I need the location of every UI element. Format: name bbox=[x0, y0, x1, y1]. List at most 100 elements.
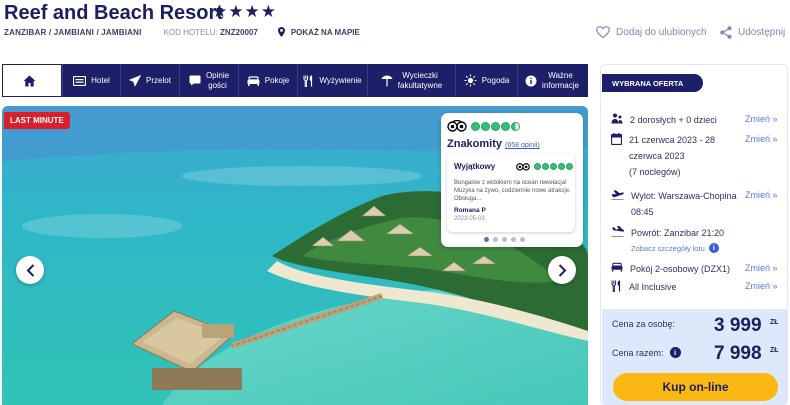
hotel-title: Reef and Beach Resort bbox=[4, 2, 223, 24]
hotel-code: KOD HOTELU: ZNZ20007 bbox=[164, 28, 258, 37]
last-minute-badge: LAST MINUTE bbox=[4, 112, 70, 129]
flight-details-link[interactable]: Zobacz szczegóły lotu i bbox=[631, 243, 719, 253]
gallery-next-button[interactable] bbox=[548, 256, 576, 284]
return-row: Powrót: Zanzibar 21:20 bbox=[611, 225, 724, 241]
dates-line1: 21 czerwca 2023 - 28 bbox=[629, 135, 716, 145]
cutlery-icon bbox=[303, 75, 313, 87]
add-to-favorites-button[interactable]: Dodaj do ulubionych bbox=[596, 26, 707, 38]
buy-online-button[interactable]: Kup on-line bbox=[613, 373, 778, 401]
dates-line3: (7 noclegów) bbox=[629, 167, 681, 177]
rating-label: Znakomity (658 opinii) bbox=[447, 138, 540, 150]
room-text: Pokój 2-osobowy (DZX1) bbox=[630, 264, 731, 274]
bed-icon bbox=[247, 75, 260, 86]
info-icon[interactable]: i bbox=[669, 347, 681, 358]
pager-dot[interactable] bbox=[493, 237, 498, 242]
dates-text: 21 czerwca 2023 - 28 czerwca 2023 (7 nocle… bbox=[629, 132, 715, 180]
nav-home[interactable] bbox=[2, 64, 62, 97]
room-row: Pokój 2-osobowy (DZX1) bbox=[611, 261, 730, 277]
section-nav: Hotel Przelot Opinie gości Pokoje Wyżywie… bbox=[2, 64, 588, 97]
price-total-label: Cena razem: bbox=[612, 347, 664, 358]
hotel-code-label: KOD HOTELU: bbox=[163, 27, 218, 37]
landing-icon bbox=[611, 226, 624, 237]
nav-board-label: Wyżywienie bbox=[319, 75, 362, 85]
gallery-prev-button[interactable] bbox=[16, 256, 44, 284]
travellers-text: 2 dorosłych + 0 dzieci bbox=[630, 115, 717, 125]
nav-reviews[interactable]: Opinie gości bbox=[179, 64, 238, 97]
rating-bubble bbox=[501, 121, 510, 131]
nav-weather[interactable]: Pogoda bbox=[455, 64, 517, 97]
reviews-count-link[interactable]: (658 opinii) bbox=[505, 142, 540, 149]
board-text: All Inclusive bbox=[629, 282, 677, 292]
change-dates-link[interactable]: Zmień » bbox=[745, 134, 778, 144]
nav-info-label: Ważne informacje bbox=[542, 71, 579, 89]
price-total-label-row: Cena razem: i bbox=[612, 347, 681, 358]
flight-details-label: Zobacz szczegóły lotu bbox=[631, 243, 705, 253]
nav-flight-label: Przelot bbox=[146, 75, 171, 85]
calendar-icon bbox=[611, 133, 622, 145]
pager-dot-active[interactable] bbox=[484, 237, 489, 242]
offer-panel: WYBRANA OFERTA 2 dorosłych + 0 dzieci Zm… bbox=[600, 64, 788, 405]
pager-dot[interactable] bbox=[511, 237, 516, 242]
tripadvisor-owl-icon bbox=[516, 163, 530, 171]
nav-weather-label: Pogoda bbox=[481, 75, 510, 85]
rating-bubble bbox=[550, 163, 557, 170]
review-bubbles bbox=[534, 163, 574, 170]
nav-excursions-line1: Wycieczki bbox=[402, 71, 438, 81]
chevron-left-icon bbox=[26, 263, 34, 277]
nav-excursions[interactable]: Wycieczki fakultatywne bbox=[367, 64, 455, 97]
offer-tag: WYBRANA OFERTA bbox=[602, 74, 703, 92]
hotel-code-value: ZNZ20007 bbox=[220, 27, 258, 37]
departure-text: Wylot: Warszawa-Chopina 08:45 bbox=[631, 188, 737, 220]
nav-hotel[interactable]: Hotel bbox=[62, 64, 120, 97]
rating-bubble bbox=[491, 121, 500, 131]
review-title: Wyjątkowy bbox=[454, 162, 496, 171]
review-item: Wyjątkowy Bungalow z widokiem na ocean r… bbox=[447, 154, 575, 232]
sun-icon bbox=[464, 74, 477, 87]
return-text: Powrót: Zanzibar 21:20 bbox=[631, 228, 725, 238]
nav-info[interactable]: Ważne informacje bbox=[517, 64, 586, 97]
hotel-location: ZANZIBAR / JAMBIANI / JAMBIANI bbox=[4, 27, 142, 37]
change-room-link[interactable]: Zmień » bbox=[745, 263, 778, 273]
price-per-person-currency: ZŁ bbox=[770, 319, 779, 326]
pager-dot[interactable] bbox=[520, 237, 525, 242]
review-date: 2023-05-03 bbox=[454, 216, 485, 222]
nav-excursions-label: Wycieczki fakultatywne bbox=[398, 71, 442, 89]
heart-icon bbox=[596, 26, 610, 38]
change-board-link[interactable]: Zmień » bbox=[745, 281, 778, 291]
review-author: Romana P bbox=[454, 207, 486, 214]
nav-rooms-label: Pokoje bbox=[264, 75, 290, 85]
price-box: Cena za osobę: 3 999 ZŁ Cena razem: i 7 … bbox=[602, 309, 787, 405]
people-icon bbox=[611, 113, 623, 124]
show-on-map-link[interactable]: POKAŻ NA MAPIE bbox=[277, 27, 360, 37]
travellers-row: 2 dorosłych + 0 dzieci bbox=[611, 112, 717, 128]
nav-reviews-label: Opinie gości bbox=[206, 71, 229, 89]
change-travellers-link[interactable]: Zmień » bbox=[745, 114, 778, 124]
price-total: 7 998 bbox=[714, 343, 762, 364]
home-icon bbox=[23, 75, 36, 86]
rating-word: Znakomity bbox=[447, 138, 503, 150]
nav-board[interactable]: Wyżywienie bbox=[297, 64, 367, 97]
departure-line2: 08:45 bbox=[631, 207, 654, 217]
share-label: Udostępnij bbox=[738, 27, 786, 38]
tripadvisor-owl-icon bbox=[447, 120, 467, 132]
dates-line2: czerwca 2023 bbox=[629, 151, 685, 161]
review-card[interactable]: Znakomity (658 opinii) Wyjątkowy Bungalow… bbox=[441, 113, 583, 247]
share-button[interactable]: Udostępnij bbox=[720, 26, 785, 39]
nav-hotel-label: Hotel bbox=[91, 75, 110, 85]
nav-info-line1: Ważne bbox=[548, 71, 573, 81]
info-icon bbox=[525, 75, 537, 86]
review-pager[interactable] bbox=[484, 237, 529, 242]
rating-bubble bbox=[542, 163, 549, 170]
nav-reviews-line2: gości bbox=[208, 80, 227, 90]
nav-flight[interactable]: Przelot bbox=[120, 64, 179, 97]
pager-dot[interactable] bbox=[502, 237, 507, 242]
nav-rooms[interactable]: Pokoje bbox=[238, 64, 297, 97]
change-departure-link[interactable]: Zmień » bbox=[745, 190, 778, 200]
rating-bubble-half bbox=[511, 121, 520, 131]
departure-line1: Wylot: Warszawa-Chopina bbox=[631, 191, 737, 201]
rating-bubble bbox=[558, 163, 565, 170]
nav-info-line2: informacje bbox=[542, 80, 579, 90]
rating-bubbles bbox=[471, 121, 521, 131]
hotel-meta: ZANZIBAR / JAMBIANI / JAMBIANI KOD HOTEL… bbox=[4, 27, 360, 37]
dates-row: 21 czerwca 2023 - 28 czerwca 2023 (7 nocle… bbox=[611, 132, 715, 180]
